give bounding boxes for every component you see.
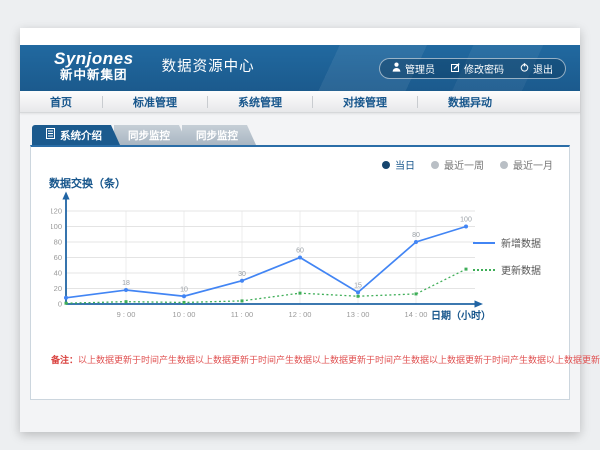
svg-text:日期（小时）: 日期（小时） (431, 309, 491, 322)
svg-text:15: 15 (354, 282, 362, 289)
radio-dot-icon (431, 161, 439, 169)
user-icon (392, 62, 401, 75)
radio-last-week[interactable]: 最近一周 (431, 157, 484, 172)
radio-label: 当日 (395, 157, 415, 172)
edit-icon (451, 63, 460, 75)
radio-label: 最近一月 (513, 157, 553, 172)
brand: Synjones 新中新集团 数据资源中心 (54, 50, 255, 82)
svg-text:20: 20 (54, 284, 62, 293)
svg-text:13 : 00: 13 : 00 (347, 310, 370, 319)
logo-company-name: 新中新集团 (54, 69, 134, 83)
radio-dot-icon (382, 161, 390, 169)
svg-text:80: 80 (54, 238, 62, 247)
svg-text:9 : 00: 9 : 00 (117, 310, 136, 319)
radio-today[interactable]: 当日 (382, 157, 415, 172)
legend-item-new-data: 新增数据 (473, 235, 557, 250)
logout-button[interactable]: 退出 (520, 61, 553, 76)
svg-text:10: 10 (180, 286, 188, 293)
tab-label: 同步监控 (128, 128, 170, 143)
tab-label: 系统介绍 (60, 128, 102, 143)
logout-label: 退出 (533, 61, 553, 76)
svg-text:10 : 00: 10 : 00 (173, 310, 196, 319)
nav-item-integration-mgmt[interactable]: 对接管理 (313, 94, 417, 110)
user-name: 管理员 (405, 61, 435, 76)
company-logo: Synjones 新中新集团 (54, 50, 134, 82)
svg-text:0: 0 (58, 300, 62, 309)
nav-item-home[interactable]: 首页 (20, 94, 102, 110)
radio-dot-icon (500, 161, 508, 169)
legend-label: 新增数据 (501, 235, 541, 250)
nav-item-standard-mgmt[interactable]: 标准管理 (103, 94, 207, 110)
svg-text:60: 60 (54, 253, 62, 262)
svg-text:30: 30 (238, 271, 246, 278)
nav-item-data-changes[interactable]: 数据异动 (418, 94, 522, 110)
footnote-label: 备注： (51, 355, 78, 365)
svg-text:100: 100 (51, 222, 62, 231)
change-password-label: 修改密码 (464, 61, 504, 76)
line-chart: 0 20 40 60 80 100 120 9 : 00 10 : 00 11 : 00 12 : … (51, 191, 511, 341)
nav-item-system-mgmt[interactable]: 系统管理 (208, 94, 312, 110)
svg-text:120: 120 (51, 207, 62, 216)
svg-text:40: 40 (54, 269, 62, 278)
change-password-button[interactable]: 修改密码 (451, 61, 504, 76)
legend-item-update-data: 更新数据 (473, 262, 557, 277)
footnote-text: 以上数据更新于时间产生数据以上数据更新于时间产生数据以上数据更新于时间产生数据以… (78, 355, 600, 365)
app-window: Synjones 新中新集团 数据资源中心 管理员 修改密码 退出 首页 标准管… (20, 28, 580, 432)
svg-text:80: 80 (412, 232, 420, 239)
power-icon (520, 63, 529, 75)
tab-bar: 系统介绍 同步监控 同步监控 (32, 125, 250, 145)
radio-last-month[interactable]: 最近一月 (500, 157, 553, 172)
dotted-line-swatch (473, 269, 495, 271)
footnote: 备注：以上数据更新于时间产生数据以上数据更新于时间产生数据以上数据更新于时间产生… (31, 353, 569, 366)
main-nav: 首页 标准管理 系统管理 对接管理 数据异动 (20, 91, 580, 113)
solid-line-swatch (473, 242, 495, 244)
legend-label: 更新数据 (501, 262, 541, 277)
user-bar: 管理员 修改密码 退出 (379, 58, 566, 79)
tab-label: 同步监控 (196, 128, 238, 143)
user-menu[interactable]: 管理员 (392, 61, 435, 76)
app-header: Synjones 新中新集团 数据资源中心 管理员 修改密码 退出 (20, 45, 580, 91)
radio-label: 最近一周 (444, 157, 484, 172)
range-filter: 当日 最近一周 最近一月 (382, 157, 553, 172)
content-area: 系统介绍 同步监控 同步监控 当日 最近一周 (20, 113, 580, 432)
svg-text:60: 60 (296, 248, 304, 255)
page-title: 数据资源中心 (162, 55, 255, 76)
svg-text:14 : 00: 14 : 00 (405, 310, 428, 319)
chart-panel: 当日 最近一周 最近一月 数据交换（条） 0 20 40 60 80 100 120 9 : … (30, 145, 570, 400)
top-strip (20, 28, 580, 45)
tab-system-intro[interactable]: 系统介绍 (32, 125, 120, 145)
svg-text:18: 18 (122, 280, 130, 287)
svg-text:100: 100 (460, 217, 472, 224)
y-axis-title: 数据交换（条） (49, 175, 126, 191)
logo-wordmark: Synjones (54, 50, 134, 69)
svg-text:12 : 00: 12 : 00 (289, 310, 312, 319)
chart-legend: 新增数据 更新数据 (473, 235, 557, 289)
tab-sync-monitor-1[interactable]: 同步监控 (114, 125, 188, 145)
tab-sync-monitor-2[interactable]: 同步监控 (182, 125, 256, 145)
document-icon (46, 128, 55, 142)
svg-text:11 : 00: 11 : 00 (231, 310, 253, 319)
